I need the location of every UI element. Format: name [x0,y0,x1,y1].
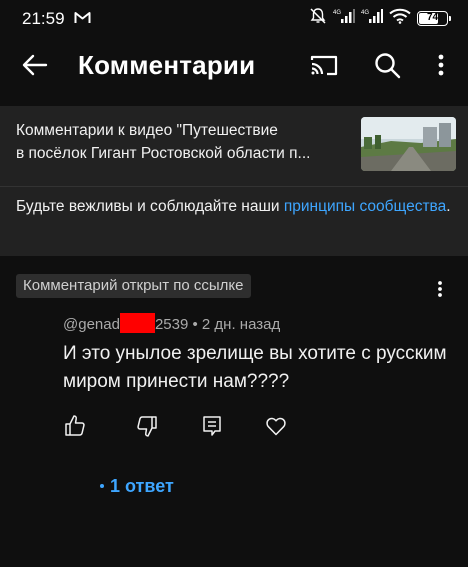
cast-icon[interactable] [308,50,340,80]
bullet-dot [100,484,104,488]
wifi-icon [389,8,411,29]
heart-icon[interactable] [264,414,288,438]
meta-separator: • [188,316,202,333]
comments-header-panel: Комментарии к видео "Путешествие в посёл… [0,106,468,256]
policy-text: Будьте вежливы и соблюдайте наши [16,198,284,215]
like-icon[interactable] [63,414,87,438]
back-arrow-icon[interactable] [20,50,50,80]
search-icon[interactable] [372,50,402,80]
dislike-icon[interactable] [135,414,159,438]
community-guidelines-link[interactable]: принципы сообщества [284,198,446,215]
gmail-icon [74,11,91,29]
video-title[interactable]: Комментарии к видео "Путешествие в посёл… [16,119,351,165]
signal-icon: 4G [333,8,355,29]
replies-label: 1 ответ [110,476,174,496]
redaction-box [119,313,155,333]
view-replies-button[interactable]: 1 ответ [100,476,174,497]
divider [0,186,468,187]
comment-author[interactable]: @genad [63,316,120,333]
comment-more-icon[interactable] [430,276,450,302]
page-title: Комментарии [78,50,256,80]
svg-text:4G: 4G [361,10,369,16]
svg-text:4G: 4G [333,10,341,16]
comment-text: И это унылое зрелище вы хотите с русским… [63,343,447,392]
battery-icon: 74 [417,10,451,26]
status-bar: 21:59 4G 4G 74 [0,0,468,34]
signal-icon: 4G [361,8,383,29]
video-title-line-1: Комментарии к видео "Путешествие [16,122,278,139]
reply-icon[interactable] [200,414,224,438]
policy-end: . [446,198,451,215]
battery-level: 74 [426,11,439,23]
video-title-line-2: в посёлок Гигант Ростовской области п... [16,145,311,162]
app-bar: Комментарии [0,34,468,96]
mute-icon [309,7,327,30]
community-guidelines-notice: Будьте вежливы и соблюдайте наши принцип… [16,195,456,219]
linked-comment-badge: Комментарий открыт по ссылке [16,274,251,298]
more-vert-icon[interactable] [430,50,452,80]
comment-author-suffix[interactable]: 2539 [155,316,188,333]
status-time: 21:59 [22,9,65,28]
comment-meta: @genad 2539 • 2 дн. назад [63,313,280,333]
video-thumbnail[interactable] [361,117,456,171]
comment-time: 2 дн. назад [201,316,281,333]
status-icons: 4G 4G 74 [303,7,451,30]
